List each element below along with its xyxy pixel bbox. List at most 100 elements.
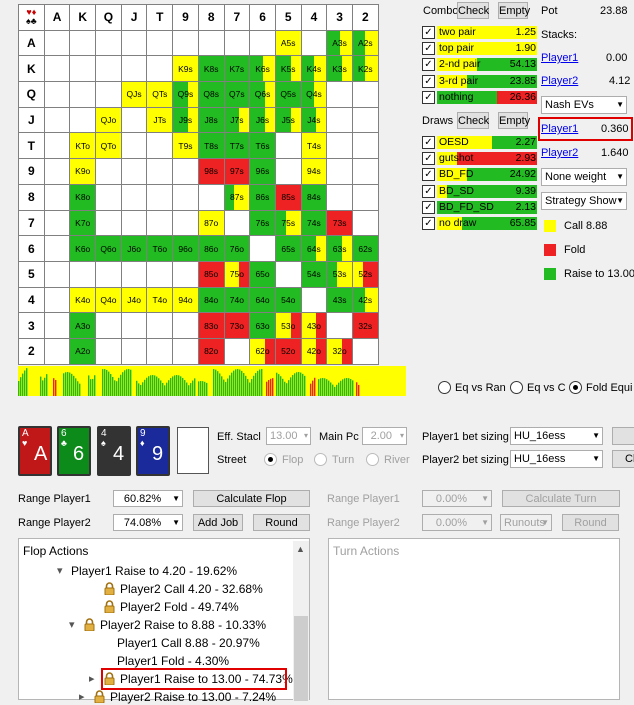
- grid-cell[interactable]: [43, 312, 71, 339]
- scrollbar-thumb[interactable]: [294, 616, 308, 701]
- grid-cell[interactable]: [95, 183, 122, 211]
- grid-cell[interactable]: [146, 209, 174, 237]
- grid-cell[interactable]: Q4s: [300, 81, 328, 108]
- grid-cell[interactable]: K4s: [300, 55, 328, 83]
- grid-cell[interactable]: [223, 29, 251, 57]
- grid-cell[interactable]: [120, 183, 148, 211]
- grid-cell[interactable]: QTs: [146, 81, 174, 108]
- grid-cell[interactable]: [300, 286, 328, 314]
- grid-cell[interactable]: [326, 132, 353, 160]
- grid-cell[interactable]: K8o: [69, 183, 97, 211]
- draws-empty-button[interactable]: Empty: [498, 112, 530, 129]
- grid-cell[interactable]: [43, 183, 71, 211]
- grid-cell[interactable]: A2o: [69, 337, 97, 365]
- grid-cell[interactable]: [274, 158, 302, 185]
- grid-cell[interactable]: [146, 29, 174, 57]
- scroll-up-icon[interactable]: ▲: [296, 544, 305, 554]
- chevron-right-icon[interactable]: ▸: [79, 689, 85, 705]
- eq-radio[interactable]: [438, 381, 451, 394]
- grid-cell[interactable]: K8s: [197, 55, 225, 83]
- street-radio[interactable]: [366, 453, 379, 466]
- runouts-select[interactable]: Runouts ▼: [500, 514, 552, 531]
- grid-cell[interactable]: [351, 183, 379, 211]
- grid-cell[interactable]: [69, 81, 97, 108]
- grid-cell[interactable]: A2s: [351, 29, 379, 57]
- grid-cell[interactable]: J6s: [249, 106, 276, 134]
- check-icon[interactable]: ✓: [422, 136, 435, 149]
- eff-stack-input[interactable]: 13.00 ▾: [266, 427, 311, 445]
- grid-cell[interactable]: 52s: [351, 260, 379, 288]
- grid-cell[interactable]: Q6o: [95, 235, 122, 262]
- grid-cell[interactable]: [223, 209, 251, 237]
- round-button[interactable]: Round: [253, 514, 310, 531]
- grid-cell[interactable]: T9s: [172, 132, 199, 160]
- grid-cell[interactable]: [69, 55, 97, 83]
- grid-cell[interactable]: [43, 106, 71, 134]
- grid-cell[interactable]: 65s: [274, 235, 302, 262]
- draws-row[interactable]: ✓ OESD 2.27: [422, 136, 538, 150]
- grid-cell[interactable]: 53o: [274, 312, 302, 339]
- grid-cell[interactable]: [172, 209, 199, 237]
- grid-cell[interactable]: 32s: [351, 312, 379, 339]
- stacks-player1-link[interactable]: Player1: [541, 51, 578, 65]
- grid-cell[interactable]: K2s: [351, 55, 379, 83]
- grid-cell[interactable]: [351, 158, 379, 185]
- main-pot-input[interactable]: 2.00 ▾: [362, 427, 407, 445]
- combo-row[interactable]: ✓ 2-nd pair 54.13: [422, 58, 538, 72]
- grid-cell[interactable]: [223, 337, 251, 365]
- grid-cell[interactable]: [249, 235, 276, 262]
- grid-cell[interactable]: [351, 132, 379, 160]
- grid-cell[interactable]: Q9s: [172, 81, 199, 108]
- grid-cell[interactable]: T7s: [223, 132, 251, 160]
- grid-cell[interactable]: [172, 29, 199, 57]
- grid-cell[interactable]: [172, 158, 199, 185]
- grid-cell[interactable]: 63s: [326, 235, 353, 262]
- check-icon[interactable]: ✓: [422, 58, 435, 72]
- grid-cell[interactable]: 54s: [300, 260, 328, 288]
- chevron-down-icon[interactable]: ▾: [57, 563, 63, 579]
- grid-cell[interactable]: 32o: [326, 337, 353, 365]
- grid-cell[interactable]: [326, 312, 353, 339]
- grid-cell[interactable]: [274, 132, 302, 160]
- grid-cell[interactable]: J8s: [197, 106, 225, 134]
- grid-cell[interactable]: [43, 337, 71, 365]
- draws-row[interactable]: ✓ no draw 65.85: [422, 217, 538, 231]
- grid-cell[interactable]: A3o: [69, 312, 97, 339]
- grid-cell[interactable]: [146, 337, 174, 365]
- tree-item[interactable]: Player2 Raise to 13.00 - 7.24%: [93, 689, 276, 705]
- grid-cell[interactable]: QJo: [95, 106, 122, 134]
- grid-cell[interactable]: [120, 106, 148, 134]
- grid-cell[interactable]: [120, 132, 148, 160]
- grid-cell[interactable]: [172, 260, 199, 288]
- combo-row[interactable]: ✓ top pair 1.90: [422, 42, 538, 56]
- combo-empty-button[interactable]: Empty: [498, 2, 530, 19]
- grid-cell[interactable]: KTo: [69, 132, 97, 160]
- grid-cell[interactable]: [120, 158, 148, 185]
- grid-cell[interactable]: K4o: [69, 286, 97, 314]
- check-icon[interactable]: ✓: [422, 42, 435, 56]
- player2-bet-sizing-select[interactable]: HU_16ess ▼: [510, 450, 603, 468]
- board-card[interactable]: 6 ♣ 6: [57, 426, 91, 476]
- board-card[interactable]: 4 ♠ 4: [97, 426, 131, 476]
- check-icon[interactable]: ✓: [422, 168, 435, 182]
- grid-cell[interactable]: [95, 55, 122, 83]
- grid-cell[interactable]: 43s: [326, 286, 353, 314]
- grid-cell[interactable]: 82o: [197, 337, 225, 365]
- grid-cell[interactable]: 85o: [197, 260, 225, 288]
- grid-cell[interactable]: 97s: [223, 158, 251, 185]
- grid-cell[interactable]: [95, 81, 122, 108]
- grid-cell[interactable]: 96s: [249, 158, 276, 185]
- grid-cell[interactable]: [249, 29, 276, 57]
- grid-cell[interactable]: [43, 286, 71, 314]
- grid-cell[interactable]: [146, 312, 174, 339]
- grid-cell[interactable]: 74s: [300, 209, 328, 237]
- grid-cell[interactable]: J9s: [172, 106, 199, 134]
- grid-cell[interactable]: 94s: [300, 158, 328, 185]
- grid-cell[interactable]: 76o: [223, 235, 251, 262]
- grid-cell[interactable]: [326, 106, 353, 134]
- check-icon[interactable]: ✓: [422, 74, 435, 88]
- ev-select[interactable]: Nash EVs ▼: [541, 96, 627, 114]
- grid-cell[interactable]: K6o: [69, 235, 97, 262]
- grid-cell[interactable]: [43, 132, 71, 160]
- grid-cell[interactable]: [43, 55, 71, 83]
